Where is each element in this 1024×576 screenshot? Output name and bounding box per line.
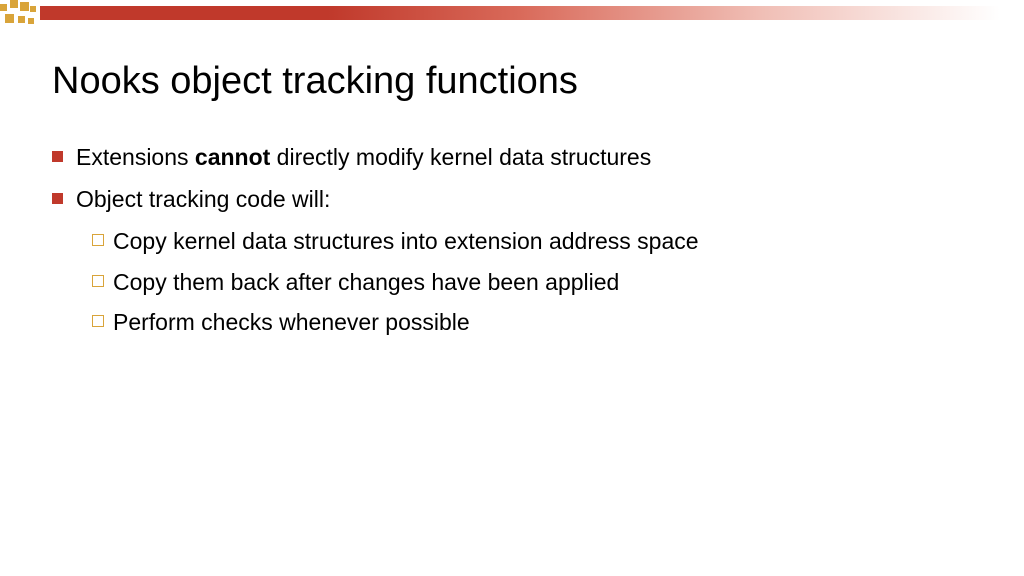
bullet-text: Extensions cannot directly modify kernel… — [76, 141, 972, 173]
bullet-item: Extensions cannot directly modify kernel… — [52, 141, 972, 173]
slide-content: Nooks object tracking functions Extensio… — [0, 0, 1024, 338]
sub-bullet-item: Copy kernel data structures into extensi… — [92, 225, 972, 257]
bullet-suffix: directly modify kernel data structures — [270, 144, 651, 170]
gold-squares-icon — [0, 0, 45, 30]
slide-top-decoration — [0, 0, 1024, 30]
sub-bullet-text: Perform checks whenever possible — [113, 306, 470, 338]
square-bullet-icon — [52, 193, 63, 204]
hollow-square-bullet-icon — [92, 275, 104, 287]
slide-title: Nooks object tracking functions — [52, 60, 972, 103]
sub-bullet-list: Copy kernel data structures into extensi… — [52, 225, 972, 338]
hollow-square-bullet-icon — [92, 315, 104, 327]
hollow-square-bullet-icon — [92, 234, 104, 246]
sub-bullet-text: Copy kernel data structures into extensi… — [113, 225, 699, 257]
bullet-bold: cannot — [195, 144, 270, 170]
red-gradient-bar — [40, 6, 1000, 20]
square-bullet-icon — [52, 151, 63, 162]
bullet-item: Object tracking code will: — [52, 183, 972, 215]
sub-bullet-item: Perform checks whenever possible — [92, 306, 972, 338]
bullet-text: Object tracking code will: — [76, 183, 972, 215]
bullet-prefix: Extensions — [76, 144, 195, 170]
sub-bullet-text: Copy them back after changes have been a… — [113, 266, 619, 298]
sub-bullet-item: Copy them back after changes have been a… — [92, 266, 972, 298]
bullet-list: Extensions cannot directly modify kernel… — [52, 141, 972, 215]
